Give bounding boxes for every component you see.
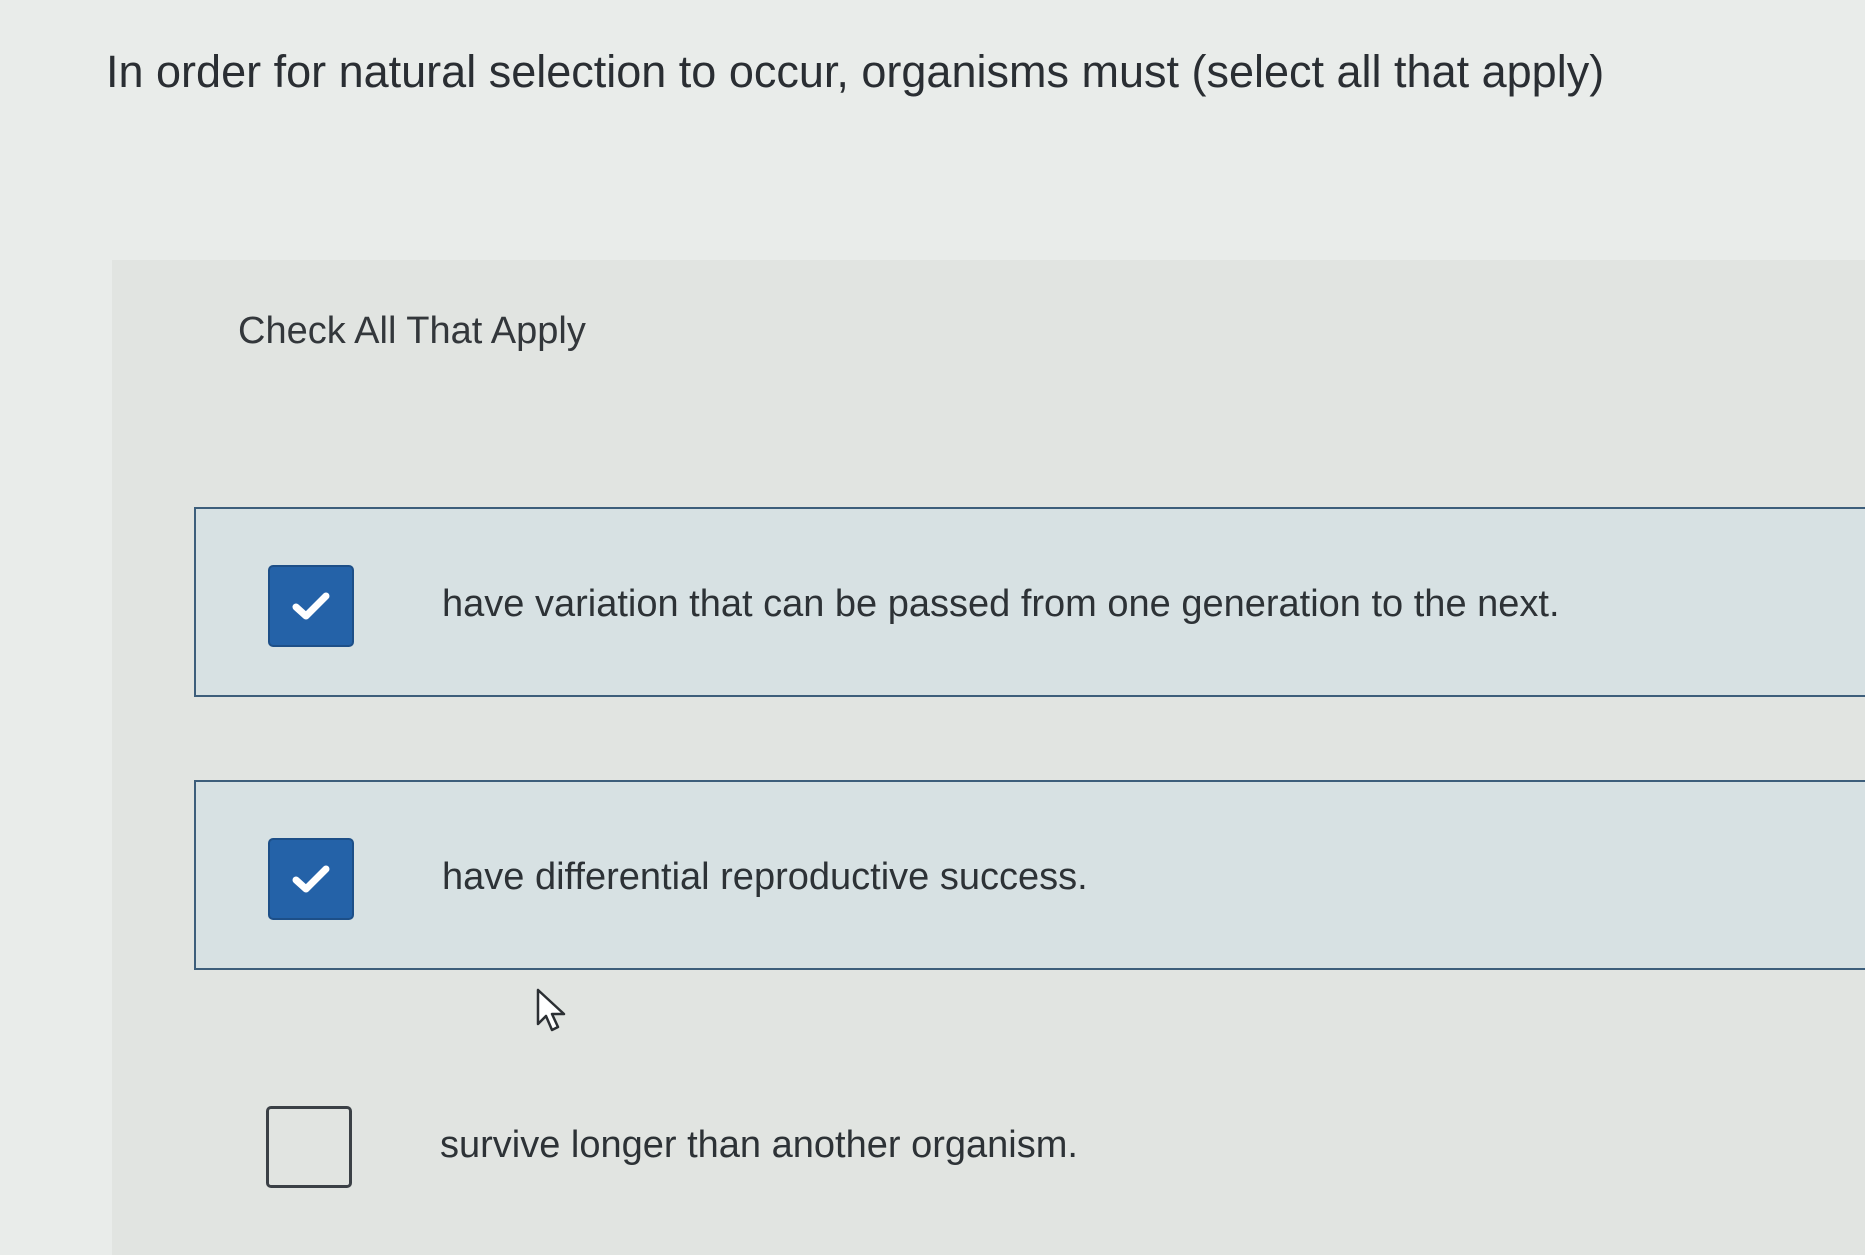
answer-checkbox[interactable] xyxy=(268,838,354,920)
answer-option-differential-success[interactable]: have differential reproductive success. xyxy=(194,780,1865,970)
answer-option-survive-longer[interactable]: survive longer than another organism. xyxy=(194,1050,1865,1240)
answer-checkbox[interactable] xyxy=(268,565,354,647)
mouse-pointer-icon xyxy=(536,988,570,1036)
answer-panel: Check All That Apply have variation that… xyxy=(112,260,1865,1255)
answer-option-variation[interactable]: have variation that can be passed from o… xyxy=(194,507,1865,697)
answer-option-label: have variation that can be passed from o… xyxy=(442,583,1560,625)
instruction-label: Check All That Apply xyxy=(238,310,586,352)
answer-option-label: survive longer than another organism. xyxy=(440,1124,1078,1166)
check-icon xyxy=(291,863,331,895)
answer-option-label: have differential reproductive success. xyxy=(442,856,1088,898)
answer-checkbox[interactable] xyxy=(266,1106,352,1188)
question-text: In order for natural selection to occur,… xyxy=(106,46,1605,97)
check-icon xyxy=(291,590,331,622)
